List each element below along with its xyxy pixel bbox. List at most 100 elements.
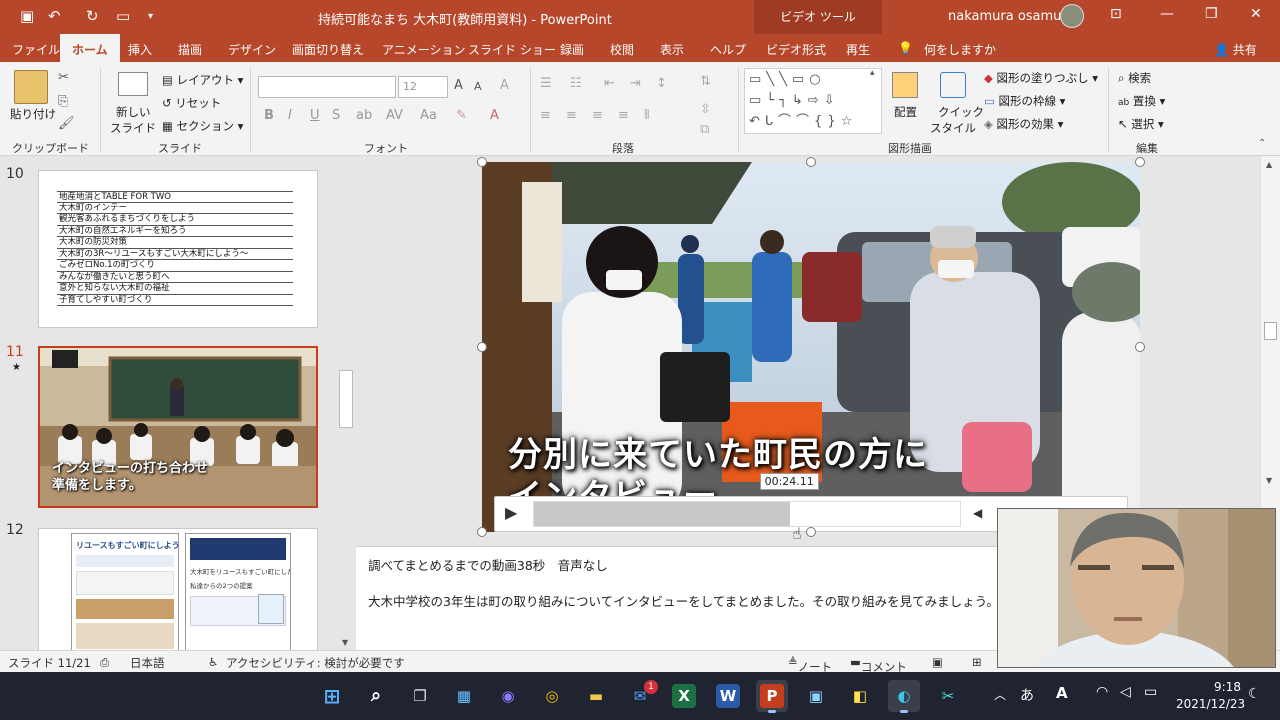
redo-icon[interactable]: ↻ [86, 7, 99, 25]
increase-indent-icon[interactable]: ⇥ [630, 76, 641, 91]
cut-icon[interactable]: ✂ [58, 70, 69, 85]
tab-file[interactable]: ファイル [12, 41, 60, 58]
ime-mode[interactable]: あ [1020, 685, 1034, 705]
powerpoint-icon[interactable]: P [756, 680, 788, 713]
grow-font-icon[interactable]: A [454, 78, 463, 93]
tab-record[interactable]: 録画 [560, 41, 584, 58]
clock-time[interactable]: 9:18 [1214, 680, 1241, 694]
spell-check-icon[interactable]: ⎙ [100, 655, 109, 670]
wifi-icon[interactable]: ◠ [1096, 684, 1108, 700]
slide-thumbnail-10[interactable]: 地産地消とTABLE FOR TWO 大木町のインテー 観光客あふれるまちづくり… [38, 170, 318, 328]
resize-handle[interactable] [1135, 342, 1145, 352]
chat-icon[interactable]: ◉ [492, 680, 524, 712]
accessibility-icon[interactable]: ♿ [208, 655, 218, 669]
bold-button[interactable]: B [264, 108, 274, 123]
user-name[interactable]: nakamura osamu [948, 9, 1061, 24]
speaker-icon[interactable]: ◁ [1120, 684, 1131, 700]
align-right-icon[interactable]: ≡ [592, 108, 603, 123]
layout-button[interactable]: ▤ レイアウト ▾ [162, 72, 243, 88]
shrink-font-icon[interactable]: A [474, 80, 482, 93]
new-slide-button[interactable]: 新しい [116, 104, 151, 120]
share-button[interactable]: 👤 共有 [1214, 41, 1257, 58]
paste-icon[interactable] [14, 70, 48, 104]
file-explorer-icon[interactable]: ▬ [580, 680, 612, 712]
clock-date[interactable]: 2021/12/23 [1176, 697, 1245, 711]
section-button[interactable]: ▦ セクション ▾ [162, 118, 243, 134]
reset-button[interactable]: ↺ リセット [162, 95, 221, 111]
resize-handle[interactable] [477, 342, 487, 352]
scroll-up-icon[interactable]: ▲ [1266, 160, 1272, 169]
find-button[interactable]: ⌕ 検索 [1118, 70, 1151, 86]
highlight-icon[interactable]: ✎ [456, 108, 467, 123]
align-left-icon[interactable]: ≡ [540, 108, 551, 123]
slideshow-start-icon[interactable]: ▭ [116, 7, 130, 25]
tray-overflow-icon[interactable]: ︿ [994, 686, 1006, 703]
font-name-combo[interactable] [258, 76, 396, 98]
arrange-icon[interactable] [892, 72, 918, 98]
accessibility-status[interactable]: アクセシビリティ: 検討が必要です [226, 655, 405, 671]
minimize-icon[interactable]: — [1160, 6, 1174, 22]
save-icon[interactable]: ▣ [20, 7, 34, 25]
shape-fill-button[interactable]: ◆ 図形の塗りつぶし ▾ [984, 70, 1098, 86]
tab-home[interactable]: ホーム [60, 34, 120, 62]
line-spacing-icon[interactable]: ↕ [656, 76, 667, 91]
shadow-button[interactable]: S [332, 108, 340, 123]
notifications-icon[interactable]: ☾ [1248, 686, 1261, 702]
seek-bar[interactable] [533, 501, 961, 527]
tab-help[interactable]: ヘルプ [710, 41, 746, 58]
tab-design[interactable]: デザイン [228, 41, 276, 58]
font-size-combo[interactable]: 12 [398, 76, 448, 98]
normal-view-icon[interactable]: ▣ [932, 655, 943, 669]
smartart-icon[interactable]: ⧉ [700, 122, 709, 137]
excel-icon[interactable]: X [672, 684, 696, 708]
ime-icon[interactable]: A [1056, 684, 1068, 702]
underline-button[interactable]: U [310, 108, 320, 123]
char-spacing-icon[interactable]: AV [386, 108, 403, 123]
tell-me-search[interactable]: 何をしますか [924, 41, 996, 58]
snipping-tool-icon[interactable]: ✂ [932, 680, 964, 712]
tab-playback[interactable]: 再生 [846, 41, 870, 58]
tab-transitions[interactable]: 画面切り替え [292, 41, 364, 58]
numbering-icon[interactable]: ☷ [570, 76, 582, 91]
clear-format-icon[interactable]: A [500, 78, 509, 93]
comments-toggle[interactable]: ▬ コメント [850, 655, 907, 674]
text-direction-icon[interactable]: ⇅ [700, 74, 711, 89]
resize-handle[interactable] [477, 527, 487, 537]
replace-button[interactable]: ab 置換 ▾ [1118, 93, 1165, 109]
collapse-ribbon-icon[interactable]: ⌃ [1258, 138, 1266, 149]
close-icon[interactable]: ✕ [1250, 6, 1262, 22]
restore-icon[interactable]: ❐ [1205, 6, 1218, 22]
chrome-icon[interactable]: ◎ [536, 680, 568, 712]
tab-insert[interactable]: 挿入 [128, 41, 152, 58]
shapes-gallery[interactable]: ▭╲╲▭○ ▭└┐↳⇨⇩ ↶ᒐ⌒⌒{}☆ [744, 68, 882, 134]
play-icon[interactable]: ▶ [505, 503, 517, 522]
tab-draw[interactable]: 描画 [178, 41, 202, 58]
justify-icon[interactable]: ≡ [618, 108, 629, 123]
bullets-icon[interactable]: ☰ [540, 76, 552, 91]
columns-icon[interactable]: ⫴ [644, 108, 649, 123]
word-icon[interactable]: W [716, 684, 740, 708]
tab-review[interactable]: 校閲 [610, 41, 634, 58]
quick-style-button-line2[interactable]: スタイル [930, 120, 976, 136]
align-text-icon[interactable]: ⇳ [700, 102, 711, 117]
tab-animations[interactable]: アニメーション [382, 41, 466, 58]
slide-sorter-icon[interactable]: ⊞ [972, 655, 982, 669]
quick-style-icon[interactable] [940, 72, 966, 98]
battery-icon[interactable]: ▭ [1144, 684, 1157, 700]
resize-handle[interactable] [806, 527, 816, 537]
resize-handle[interactable] [1135, 157, 1145, 167]
change-case-icon[interactable]: Aa [420, 108, 437, 123]
new-slide-button-line2[interactable]: スライド [110, 120, 156, 136]
avatar[interactable] [1060, 4, 1084, 28]
decrease-indent-icon[interactable]: ⇤ [604, 76, 615, 91]
task-view-icon[interactable]: ❐ [404, 680, 436, 712]
gallery-scroll-icon[interactable]: ▴ [870, 68, 875, 78]
shape-effects-button[interactable]: ◈ 図形の効果 ▾ [984, 116, 1063, 132]
qat-customize-icon[interactable]: ▾ [148, 11, 153, 22]
screen-recorder-icon[interactable]: ▣ [800, 680, 832, 712]
scroll-down-icon[interactable]: ▼ [342, 638, 348, 647]
italic-button[interactable]: I [288, 108, 292, 123]
new-slide-icon[interactable] [118, 72, 148, 96]
paste-button[interactable]: 貼り付け [10, 106, 56, 122]
scroll-down-icon[interactable]: ▼ [1266, 476, 1272, 485]
